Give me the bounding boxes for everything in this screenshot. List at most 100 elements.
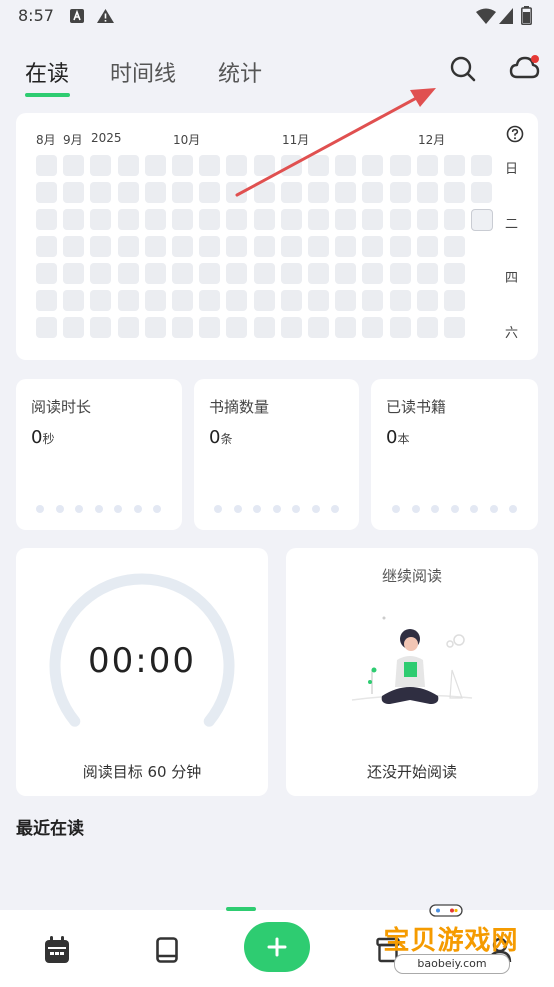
heatmap-day-cell[interactable] xyxy=(335,263,357,284)
heatmap-day-cell[interactable] xyxy=(362,317,384,338)
heatmap-day-cell[interactable] xyxy=(280,263,302,284)
tab-statistics[interactable]: 统计 xyxy=(218,56,262,88)
heatmap-day-cell[interactable] xyxy=(253,236,275,257)
heatmap-day-cell[interactable] xyxy=(308,236,329,257)
heatmap-day-cell[interactable] xyxy=(63,155,85,176)
heatmap-day-cell[interactable] xyxy=(117,290,139,311)
heatmap-day-cell[interactable] xyxy=(471,182,493,203)
heatmap-day-cell[interactable] xyxy=(362,290,384,311)
heatmap-day-cell[interactable] xyxy=(199,209,221,230)
tab-reading[interactable]: 在读 xyxy=(25,56,69,88)
heatmap-day-cell[interactable] xyxy=(253,263,275,284)
heatmap-day-cell[interactable] xyxy=(335,236,357,257)
heatmap-day-cell[interactable] xyxy=(36,209,57,230)
heatmap-day-cell[interactable] xyxy=(117,209,139,230)
heatmap-day-cell[interactable] xyxy=(444,263,465,284)
heatmap-day-cell[interactable] xyxy=(144,155,166,176)
heatmap-day-cell[interactable] xyxy=(144,182,166,203)
heatmap-day-cell[interactable] xyxy=(226,263,248,284)
heatmap-day-cell[interactable] xyxy=(444,155,465,176)
heatmap-day-cell[interactable] xyxy=(144,236,166,257)
heatmap-day-cell[interactable] xyxy=(117,263,139,284)
heatmap-day-cell[interactable] xyxy=(308,317,329,338)
heatmap-day-cell[interactable] xyxy=(172,209,193,230)
heatmap-day-cell[interactable] xyxy=(144,209,166,230)
heatmap-today-cell[interactable] xyxy=(471,209,494,231)
heatmap-day-cell[interactable] xyxy=(144,317,166,338)
heatmap-day-cell[interactable] xyxy=(416,209,438,230)
heatmap-day-cell[interactable] xyxy=(335,317,357,338)
heatmap-day-cell[interactable] xyxy=(471,155,493,176)
heatmap-day-cell[interactable] xyxy=(444,209,465,230)
heatmap-day-cell[interactable] xyxy=(226,209,248,230)
heatmap-day-cell[interactable] xyxy=(172,236,193,257)
heatmap-day-cell[interactable] xyxy=(253,209,275,230)
heatmap-day-cell[interactable] xyxy=(335,290,357,311)
heatmap-day-cell[interactable] xyxy=(63,263,85,284)
heatmap-day-cell[interactable] xyxy=(90,317,112,338)
heatmap-day-cell[interactable] xyxy=(280,317,302,338)
heatmap-day-cell[interactable] xyxy=(90,182,112,203)
heatmap-day-cell[interactable] xyxy=(172,317,193,338)
heatmap-day-cell[interactable] xyxy=(199,155,221,176)
heatmap-day-cell[interactable] xyxy=(253,317,275,338)
heatmap-day-cell[interactable] xyxy=(335,209,357,230)
heatmap-day-cell[interactable] xyxy=(172,155,193,176)
heatmap-day-cell[interactable] xyxy=(444,290,465,311)
add-button[interactable] xyxy=(244,922,310,972)
heatmap-day-cell[interactable] xyxy=(444,236,465,257)
heatmap-day-cell[interactable] xyxy=(389,236,411,257)
heatmap-day-cell[interactable] xyxy=(199,263,221,284)
book-icon[interactable] xyxy=(156,937,178,963)
question-circle-icon[interactable] xyxy=(506,125,524,143)
heatmap-day-cell[interactable] xyxy=(172,263,193,284)
heatmap-day-cell[interactable] xyxy=(362,236,384,257)
heatmap-day-cell[interactable] xyxy=(172,290,193,311)
heatmap-day-cell[interactable] xyxy=(36,182,57,203)
heatmap-day-cell[interactable] xyxy=(444,317,465,338)
heatmap-day-cell[interactable] xyxy=(308,263,329,284)
heatmap-day-cell[interactable] xyxy=(90,236,112,257)
heatmap-day-cell[interactable] xyxy=(117,182,139,203)
heatmap-day-cell[interactable] xyxy=(199,317,221,338)
heatmap-day-cell[interactable] xyxy=(199,236,221,257)
heatmap-day-cell[interactable] xyxy=(63,236,85,257)
heatmap-day-cell[interactable] xyxy=(280,236,302,257)
heatmap-day-cell[interactable] xyxy=(253,290,275,311)
heatmap-day-cell[interactable] xyxy=(90,263,112,284)
heatmap-day-cell[interactable] xyxy=(444,182,465,203)
heatmap-day-cell[interactable] xyxy=(280,290,302,311)
heatmap-day-cell[interactable] xyxy=(226,236,248,257)
tab-timeline[interactable]: 时间线 xyxy=(110,56,176,88)
heatmap-day-cell[interactable] xyxy=(117,155,139,176)
heatmap-day-cell[interactable] xyxy=(90,209,112,230)
cloud-sync-icon[interactable] xyxy=(508,52,542,82)
heatmap-day-cell[interactable] xyxy=(36,317,57,338)
heatmap-day-cell[interactable] xyxy=(36,155,57,176)
heatmap-day-cell[interactable] xyxy=(389,263,411,284)
heatmap-day-cell[interactable] xyxy=(117,236,139,257)
heatmap-day-cell[interactable] xyxy=(36,290,57,311)
heatmap-day-cell[interactable] xyxy=(63,290,85,311)
heatmap-day-cell[interactable] xyxy=(63,182,85,203)
heatmap-day-cell[interactable] xyxy=(416,263,438,284)
heatmap-day-cell[interactable] xyxy=(172,182,193,203)
heatmap-day-cell[interactable] xyxy=(362,263,384,284)
heatmap-day-cell[interactable] xyxy=(389,290,411,311)
heatmap-day-cell[interactable] xyxy=(90,155,112,176)
heatmap-day-cell[interactable] xyxy=(226,290,248,311)
heatmap-day-cell[interactable] xyxy=(199,182,221,203)
heatmap-day-cell[interactable] xyxy=(117,317,139,338)
heatmap-day-cell[interactable] xyxy=(36,263,57,284)
heatmap-day-cell[interactable] xyxy=(144,290,166,311)
heatmap-day-cell[interactable] xyxy=(63,317,85,338)
heatmap-day-cell[interactable] xyxy=(63,209,85,230)
heatmap-day-cell[interactable] xyxy=(226,317,248,338)
heatmap-day-cell[interactable] xyxy=(416,236,438,257)
heatmap-day-cell[interactable] xyxy=(36,236,57,257)
heatmap-day-cell[interactable] xyxy=(144,263,166,284)
calendar-icon[interactable] xyxy=(44,936,70,964)
heatmap-day-cell[interactable] xyxy=(90,290,112,311)
heatmap-day-cell[interactable] xyxy=(389,209,411,230)
heatmap-day-cell[interactable] xyxy=(308,290,329,311)
